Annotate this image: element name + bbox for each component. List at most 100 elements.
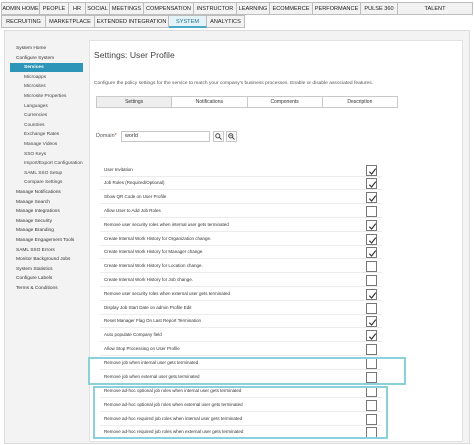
setting-checkbox[interactable] xyxy=(366,386,377,397)
nav-tab-learning[interactable]: LEARNING xyxy=(237,2,270,15)
checkmark-icon xyxy=(368,319,377,326)
tab-components[interactable]: Components xyxy=(247,97,323,107)
setting-label: Reset Manager Flag On Last Report Termin… xyxy=(104,318,201,323)
setting-checkbox[interactable] xyxy=(366,165,377,176)
search-icon[interactable] xyxy=(213,131,224,142)
required-mark: * xyxy=(114,133,117,139)
setting-row: Remove user security roles when external… xyxy=(100,288,382,301)
domain-label-text: Domain xyxy=(96,133,115,139)
nav-tab-pulse-360[interactable]: PULSE 360 xyxy=(361,2,398,15)
sidebar-item-system-statistics[interactable]: System Statistics xyxy=(10,265,83,274)
setting-checkbox[interactable] xyxy=(366,220,377,231)
nav-tab-performance[interactable]: PERFORMANCE xyxy=(313,2,361,15)
nav-tab-recruiting[interactable]: RECRUITING xyxy=(1,15,46,28)
setting-checkbox[interactable] xyxy=(366,275,377,286)
tab-description[interactable]: Description xyxy=(322,97,397,107)
nav-tab-hr[interactable]: HR xyxy=(69,2,86,15)
setting-label: Job Roles (Required/Optional) xyxy=(104,180,165,185)
setting-checkbox[interactable] xyxy=(366,206,377,217)
sidebar-item-monitor-background-jobs[interactable]: Monitor Background Jobs xyxy=(10,255,83,264)
sidebar-item-manage-security[interactable]: Manage Security xyxy=(10,217,83,226)
checkmark-icon xyxy=(368,195,377,202)
setting-label: Show QR Code on User Profile xyxy=(104,194,167,199)
nav-tab-admin-home[interactable]: ADMIN HOME xyxy=(1,2,40,15)
setting-row: Remove ad-hoc optional job roles when ex… xyxy=(100,399,382,412)
sidebar-item-exchange-rates[interactable]: Exchange Rates xyxy=(10,130,83,139)
nav-tab-meetings[interactable]: MEETINGS xyxy=(110,2,144,15)
setting-checkbox[interactable] xyxy=(366,330,377,341)
setting-checkbox[interactable] xyxy=(366,192,377,203)
nav-tab-marketplace[interactable]: MARKETPLACE xyxy=(46,15,95,28)
setting-checkbox[interactable] xyxy=(366,178,377,189)
sidebar-item-saml-sso-errors[interactable]: SAML SSO Errors xyxy=(10,246,83,255)
setting-row: Job Roles (Required/Optional) xyxy=(100,177,382,190)
domain-field[interactable]: world xyxy=(121,131,210,142)
setting-label: Remove user security roles when external… xyxy=(104,291,231,296)
nav-tab-analytics[interactable]: ANALYTICS xyxy=(207,15,245,28)
sidebar-item-manage-videos[interactable]: Manage Videos xyxy=(10,140,83,149)
sidebar-item-configure-system[interactable]: Configure System xyxy=(10,54,83,63)
setting-row: Allow Stop Processing on User Profile xyxy=(100,343,382,356)
sidebar-item-currencies[interactable]: Currencies xyxy=(10,111,83,120)
sidebar-item-services[interactable]: Services xyxy=(10,63,83,73)
sidebar-item-manage-branding[interactable]: Manage Branding xyxy=(10,226,83,235)
sidebar-item-countries[interactable]: Countries xyxy=(10,121,83,130)
nav-tab-ecommerce[interactable]: ECOMMERCE xyxy=(270,2,313,15)
setting-checkbox[interactable] xyxy=(366,400,377,411)
sidebar-item-manage-search[interactable]: Manage Search xyxy=(10,198,83,207)
setting-row: Create Internal Work History for Organiz… xyxy=(100,233,382,246)
nav-tab-instructor[interactable]: INSTRUCTOR xyxy=(194,2,237,15)
setting-checkbox[interactable] xyxy=(366,372,377,383)
checkmark-icon xyxy=(368,292,377,299)
setting-checkbox[interactable] xyxy=(366,303,377,314)
sidebar-item-import-export-configuration[interactable]: Import/Export Configuration xyxy=(10,159,83,168)
setting-checkbox[interactable] xyxy=(366,414,377,425)
sidebar-item-system-home[interactable]: System Home xyxy=(10,44,83,53)
tab-settings[interactable]: Settings xyxy=(97,97,173,107)
sidebar-item-manage-integrations[interactable]: Manage Integrations xyxy=(10,207,83,216)
zoom-out-icon[interactable] xyxy=(226,131,237,142)
sidebar-item-saml-sso-setup[interactable]: SAML SSO Setup xyxy=(10,169,83,178)
nav-tab-talent[interactable]: TALENT xyxy=(398,2,473,15)
settings-tabs: Settings Notifications Components Descri… xyxy=(96,96,398,108)
setting-label: Create Internal Work History for Locatio… xyxy=(104,263,203,268)
setting-row: Display Job Start Date on admin Profile … xyxy=(100,302,382,315)
setting-checkbox[interactable] xyxy=(366,427,377,438)
setting-row: Allow User to Add Job Roles xyxy=(100,205,382,218)
sidebar-item-manage-notifications[interactable]: Manage Notifications xyxy=(10,188,83,197)
nav-row-primary: ADMIN HOME PEOPLE HR SOCIAL MEETINGS COM… xyxy=(1,2,473,15)
tab-notifications[interactable]: Notifications xyxy=(172,97,248,107)
nav-tab-extended-integration[interactable]: EXTENDED INTEGRATION xyxy=(95,15,169,28)
nav-tab-compensation[interactable]: COMPENSATION xyxy=(144,2,194,15)
setting-checkbox[interactable] xyxy=(366,316,377,327)
setting-label: Remove user security roles when internal… xyxy=(104,222,229,227)
setting-checkbox[interactable] xyxy=(366,358,377,369)
sidebar-item-languages[interactable]: Languages xyxy=(10,102,83,111)
setting-label: Remove ad-hoc required job roles when in… xyxy=(104,416,243,421)
sidebar-item-compare-settings[interactable]: Compare Settings xyxy=(10,178,83,187)
setting-row: Remove user security roles when internal… xyxy=(100,219,382,232)
setting-row: Remove ad-hoc required job roles when ex… xyxy=(100,426,382,439)
sidebar-item-microsites[interactable]: Microsites xyxy=(10,82,83,91)
sidebar-item-microapps[interactable]: Microapps xyxy=(10,73,83,82)
setting-row: Create Internal Work History for Locatio… xyxy=(100,260,382,273)
setting-row: Reset Manager Flag On Last Report Termin… xyxy=(100,315,382,328)
setting-checkbox[interactable] xyxy=(366,234,377,245)
setting-row: User Invitation xyxy=(100,164,382,177)
nav-tab-people[interactable]: PEOPLE xyxy=(40,2,69,15)
setting-row: Remove job when internal user gets termi… xyxy=(100,357,382,370)
nav-tab-social[interactable]: SOCIAL xyxy=(86,2,110,15)
checkmark-icon xyxy=(368,223,377,230)
sidebar-item-terms-conditions[interactable]: Terms & Conditions xyxy=(10,284,83,293)
sidebar-item-configure-labels[interactable]: Configure Labels xyxy=(10,274,83,283)
setting-checkbox[interactable] xyxy=(366,344,377,355)
checkmark-icon xyxy=(368,237,377,244)
sidebar-item-manage-engagement-tools[interactable]: Manage Engagement Tools xyxy=(10,236,83,245)
setting-label: Remove ad-hoc optional job roles when ex… xyxy=(104,402,243,407)
setting-checkbox[interactable] xyxy=(366,247,377,258)
nav-tab-system[interactable]: SYSTEM xyxy=(169,15,207,28)
setting-checkbox[interactable] xyxy=(366,261,377,272)
sidebar-item-microsite-properties[interactable]: Microsite Properties xyxy=(10,92,83,101)
sidebar-item-sso-keys[interactable]: SSO Keys xyxy=(10,150,83,159)
setting-checkbox[interactable] xyxy=(366,289,377,300)
